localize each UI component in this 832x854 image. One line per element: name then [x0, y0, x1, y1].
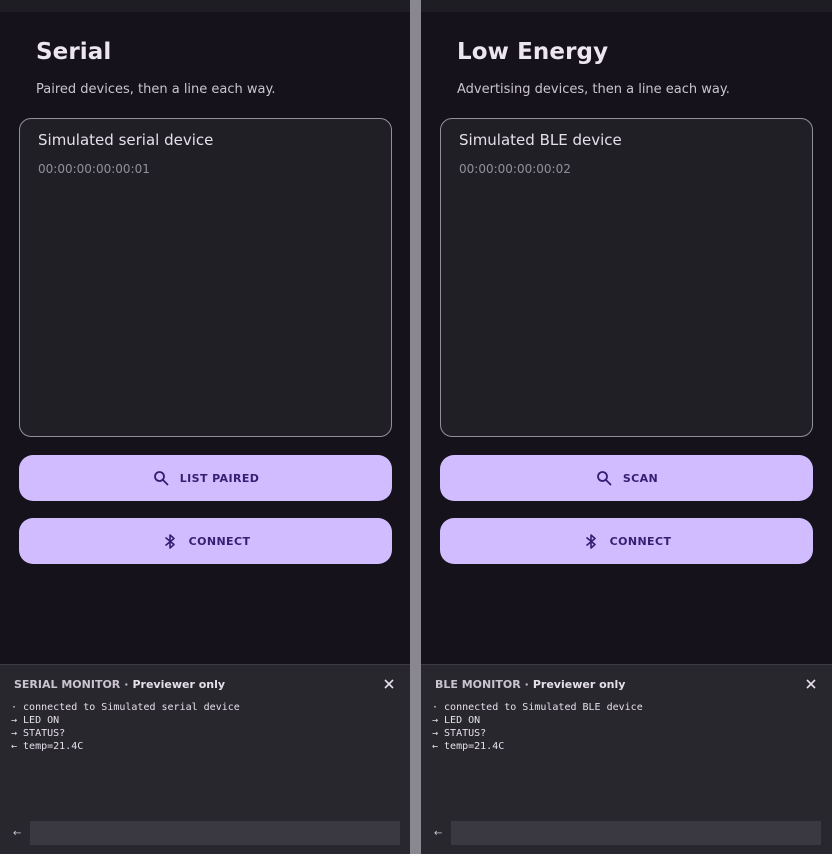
- monitor-input[interactable]: [30, 821, 400, 845]
- device-address: 00:00:00:00:00:02: [459, 162, 571, 176]
- log-line: → LED ON: [432, 715, 481, 726]
- connect-button[interactable]: CONNECT: [440, 518, 813, 564]
- monitor-input[interactable]: [451, 821, 821, 845]
- monitor-mode: Previewer only: [132, 678, 226, 691]
- serial-monitor-panel: SERIAL MONITOR · Previewer only · connecte…: [0, 664, 410, 854]
- log-line: ← temp=21.4C: [11, 741, 84, 752]
- top-app-bar: [0, 0, 410, 12]
- close-icon[interactable]: [382, 676, 396, 690]
- monitor-header: BLE MONITOR · Previewer only: [435, 678, 625, 691]
- log-line: → STATUS?: [432, 728, 487, 739]
- ble-monitor-panel: BLE MONITOR · Previewer only · connected t…: [421, 664, 832, 854]
- ble-pane: Low Energy Advertising devices, then a l…: [421, 0, 832, 854]
- page-title: Low Energy: [457, 39, 609, 65]
- send-arrow-icon: ←: [13, 828, 22, 839]
- log-line: → STATUS?: [11, 728, 66, 739]
- scan-label: SCAN: [622, 471, 659, 485]
- device-name: Simulated serial device: [38, 131, 214, 149]
- device-list: Simulated BLE device 00:00:00:00:00:02: [440, 118, 813, 437]
- page-subtitle: Paired devices, then a line each way.: [36, 82, 276, 97]
- log-line: · connected to Simulated serial device: [11, 702, 240, 713]
- connect-label: CONNECT: [609, 534, 672, 548]
- monitor-separator: ·: [124, 678, 129, 691]
- page-subtitle: Advertising devices, then a line each wa…: [457, 82, 730, 97]
- bluetooth-icon: [582, 532, 600, 550]
- list-paired-button[interactable]: LIST PAIRED: [19, 455, 392, 501]
- bluetooth-icon: [161, 532, 179, 550]
- monitor-log: · connected to Simulated serial device →…: [11, 701, 240, 753]
- search-icon: [152, 469, 170, 487]
- monitor-title: BLE MONITOR: [435, 678, 521, 691]
- device-address: 00:00:00:00:00:01: [38, 162, 150, 176]
- search-icon: [595, 469, 613, 487]
- device-name: Simulated BLE device: [459, 131, 622, 149]
- monitor-title: SERIAL MONITOR: [14, 678, 121, 691]
- monitor-header: SERIAL MONITOR · Previewer only: [14, 678, 225, 691]
- send-arrow-icon: ←: [434, 828, 443, 839]
- close-icon[interactable]: [804, 676, 818, 690]
- connect-label: CONNECT: [188, 534, 251, 548]
- list-paired-label: LIST PAIRED: [179, 471, 260, 485]
- monitor-separator: ·: [524, 678, 529, 691]
- page-title: Serial: [36, 39, 112, 65]
- device-list: Simulated serial device 00:00:00:00:00:0…: [19, 118, 392, 437]
- log-line: · connected to Simulated BLE device: [432, 702, 643, 713]
- scan-button[interactable]: SCAN: [440, 455, 813, 501]
- log-line: ← temp=21.4C: [432, 741, 505, 752]
- connect-button[interactable]: CONNECT: [19, 518, 392, 564]
- log-line: → LED ON: [11, 715, 60, 726]
- top-app-bar: [421, 0, 832, 12]
- serial-pane: Serial Paired devices, then a line each …: [0, 0, 410, 854]
- monitor-mode: Previewer only: [532, 678, 626, 691]
- monitor-log: · connected to Simulated BLE device → LE…: [432, 701, 643, 753]
